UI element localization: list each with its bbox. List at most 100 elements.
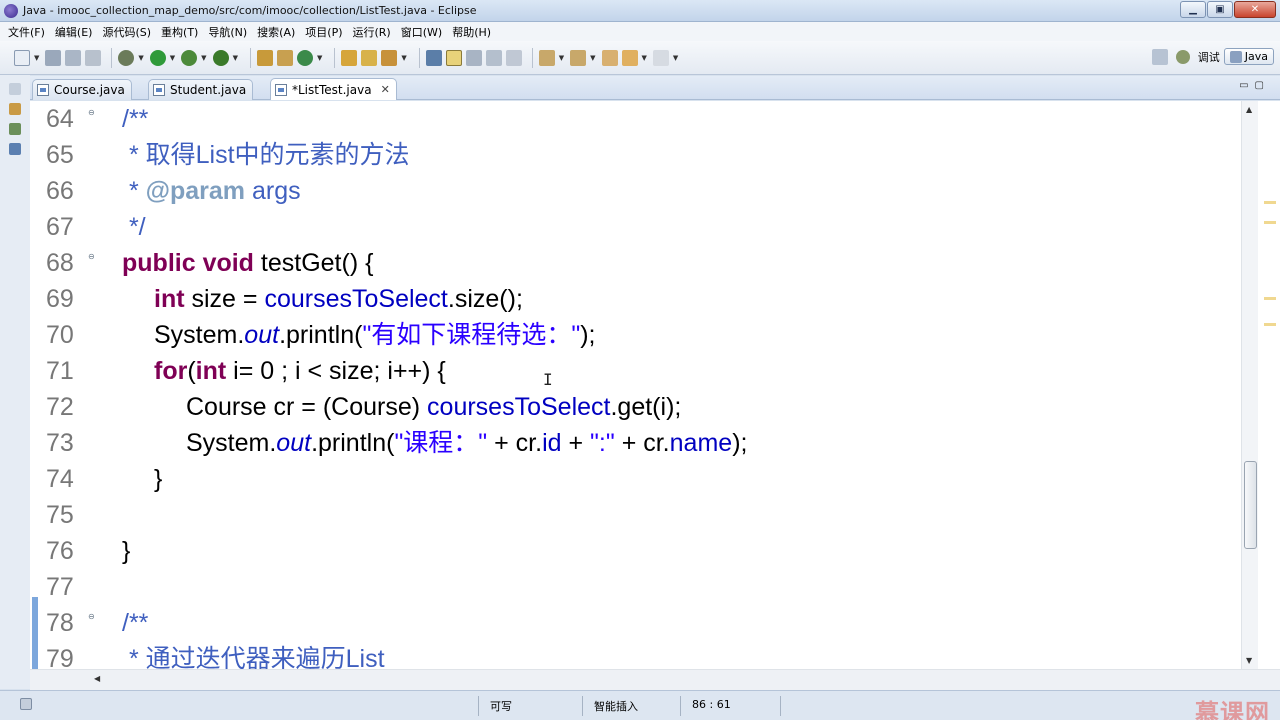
keyword: public bbox=[122, 249, 196, 277]
new-java-project-icon[interactable] bbox=[256, 49, 273, 66]
code-text: + bbox=[561, 429, 591, 457]
menu-file[interactable]: 文件(F) bbox=[4, 24, 49, 40]
overview-ruler[interactable] bbox=[1258, 101, 1280, 669]
last-edit-icon[interactable] bbox=[601, 49, 618, 66]
menu-search[interactable]: 搜索(A) bbox=[253, 24, 299, 40]
code-line-70: System.out.println("有如下课程待选："); bbox=[154, 317, 1280, 353]
code-line-74: } bbox=[154, 465, 163, 493]
static-field-ref: out bbox=[244, 321, 280, 349]
package-explorer-icon[interactable] bbox=[9, 103, 21, 115]
coverage-icon[interactable] bbox=[181, 49, 198, 66]
menu-edit[interactable]: 编辑(E) bbox=[51, 24, 97, 40]
external-tools-dropdown-icon[interactable]: ▼ bbox=[233, 54, 238, 62]
save-icon[interactable] bbox=[45, 49, 62, 66]
fold-collapse-icon[interactable]: ⊖ bbox=[88, 253, 96, 261]
java-file-icon bbox=[153, 84, 165, 96]
code-text: .println( bbox=[311, 429, 395, 457]
field-ref: coursesToSelect bbox=[427, 393, 611, 421]
scroll-down-icon[interactable]: ▼ bbox=[1246, 656, 1252, 665]
menu-bar: 文件(F) 编辑(E) 源代码(S) 重构(T) 导航(N) 搜索(A) 项目(… bbox=[0, 22, 1280, 41]
next-annotation-icon[interactable] bbox=[538, 49, 555, 66]
code-line-79: * 通过迭代器来遍历List bbox=[122, 645, 385, 669]
tab-course-java[interactable]: Course.java bbox=[32, 79, 132, 100]
back-icon[interactable] bbox=[621, 49, 638, 66]
close-tab-icon[interactable]: ✕ bbox=[381, 83, 390, 96]
external-tools-icon[interactable] bbox=[212, 49, 229, 66]
scroll-up-icon[interactable]: ▲ bbox=[1246, 105, 1252, 114]
tab-listtest-java[interactable]: *ListTest.java ✕ bbox=[270, 78, 397, 100]
vertical-scrollbar[interactable]: ▲ ▼ bbox=[1241, 101, 1258, 669]
fold-collapse-icon[interactable]: ⊖ bbox=[88, 109, 96, 117]
keyword: for bbox=[154, 357, 188, 385]
run-icon[interactable] bbox=[149, 49, 166, 66]
menu-source[interactable]: 源代码(S) bbox=[98, 24, 155, 40]
mark-occurrences-icon[interactable] bbox=[445, 49, 462, 66]
new-class-icon[interactable] bbox=[296, 49, 313, 66]
tab-label: Student.java bbox=[170, 83, 247, 97]
show-whitespace-icon[interactable] bbox=[485, 49, 502, 66]
open-type-icon[interactable] bbox=[341, 49, 358, 66]
fast-view-icon[interactable] bbox=[20, 698, 32, 710]
new-icon[interactable] bbox=[14, 49, 30, 66]
horizontal-scrollbar[interactable]: ◀ bbox=[30, 669, 1280, 690]
code-editor[interactable]: 64 ⊖ 65 66 67 68 ⊖ 69 70 71 72 73 74 75 … bbox=[30, 101, 1280, 669]
overview-marker[interactable] bbox=[1264, 221, 1276, 224]
code-text: + cr. bbox=[487, 429, 543, 457]
text-cursor-icon: I bbox=[543, 370, 553, 389]
minimize-button[interactable]: ▁ bbox=[1180, 1, 1206, 18]
overview-marker[interactable] bbox=[1264, 323, 1276, 326]
code-line-72: Course cr = (Course) coursesToSelect.get… bbox=[186, 389, 1280, 425]
fold-collapse-icon[interactable]: ⊖ bbox=[88, 613, 96, 621]
menu-navigate[interactable]: 导航(N) bbox=[204, 24, 251, 40]
menu-refactor[interactable]: 重构(T) bbox=[157, 24, 202, 40]
maximize-button[interactable]: ▣ bbox=[1207, 1, 1233, 18]
prev-annotation-icon[interactable] bbox=[570, 49, 587, 66]
close-button[interactable]: ✕ bbox=[1234, 1, 1276, 18]
open-task-icon[interactable] bbox=[361, 49, 378, 66]
debug-dropdown-icon[interactable]: ▼ bbox=[138, 54, 143, 62]
scroll-thumb[interactable] bbox=[1244, 461, 1257, 549]
print-icon[interactable] bbox=[85, 49, 102, 66]
forward-dropdown-icon[interactable]: ▼ bbox=[673, 54, 678, 62]
code-text: ( bbox=[187, 357, 196, 385]
cursor-position: 86 : 61 bbox=[692, 698, 731, 711]
forward-icon[interactable] bbox=[652, 49, 669, 66]
back-dropdown-icon[interactable]: ▼ bbox=[642, 54, 647, 62]
toggle-breadcrumb-icon[interactable] bbox=[425, 49, 442, 66]
search-icon[interactable] bbox=[381, 49, 398, 66]
java-file-icon bbox=[275, 83, 287, 96]
line-number-gutter: 64 ⊖ 65 66 67 68 ⊖ 69 70 71 72 73 74 75 … bbox=[38, 101, 96, 669]
coverage-dropdown-icon[interactable]: ▼ bbox=[201, 54, 206, 62]
menu-project[interactable]: 项目(P) bbox=[301, 24, 346, 40]
open-perspective-icon[interactable] bbox=[1151, 48, 1168, 65]
view-menu-buttons[interactable]: ▭▢ bbox=[1239, 80, 1270, 91]
scroll-left-icon[interactable]: ◀ bbox=[94, 674, 100, 683]
hierarchy-icon[interactable] bbox=[9, 123, 21, 135]
block-selection-icon[interactable] bbox=[465, 49, 482, 66]
overview-marker[interactable] bbox=[1264, 201, 1276, 204]
save-all-icon[interactable] bbox=[65, 49, 82, 66]
search-dropdown-icon[interactable]: ▼ bbox=[401, 54, 406, 62]
debug-icon[interactable] bbox=[118, 49, 135, 66]
title-bar: Java - imooc_collection_map_demo/src/com… bbox=[0, 0, 1280, 22]
menu-window[interactable]: 窗口(W) bbox=[397, 24, 446, 40]
prev-annotation-dropdown-icon[interactable]: ▼ bbox=[590, 54, 595, 62]
debug-perspective-label[interactable]: 调试 bbox=[1198, 49, 1220, 65]
menu-help[interactable]: 帮助(H) bbox=[448, 24, 495, 40]
debug-perspective-icon[interactable] bbox=[1175, 49, 1190, 64]
paragraph-icon[interactable] bbox=[505, 49, 522, 66]
menu-run[interactable]: 运行(R) bbox=[349, 24, 395, 40]
code-line-64: /** bbox=[122, 105, 149, 133]
new-package-icon[interactable] bbox=[276, 49, 293, 66]
java-perspective-button[interactable]: Java bbox=[1223, 48, 1274, 65]
new-dropdown-icon[interactable]: ▼ bbox=[34, 54, 39, 62]
run-dropdown-icon[interactable]: ▼ bbox=[170, 54, 175, 62]
overview-marker[interactable] bbox=[1264, 297, 1276, 300]
new-class-dropdown-icon[interactable]: ▼ bbox=[317, 54, 322, 62]
quick-diff-ruler bbox=[30, 101, 38, 669]
outline-icon[interactable] bbox=[9, 143, 21, 155]
next-annotation-dropdown-icon[interactable]: ▼ bbox=[559, 54, 564, 62]
editor-tabs: Course.java Student.java *ListTest.java … bbox=[30, 76, 1280, 100]
tab-student-java[interactable]: Student.java bbox=[148, 79, 254, 100]
restore-view-icon[interactable] bbox=[9, 83, 21, 95]
